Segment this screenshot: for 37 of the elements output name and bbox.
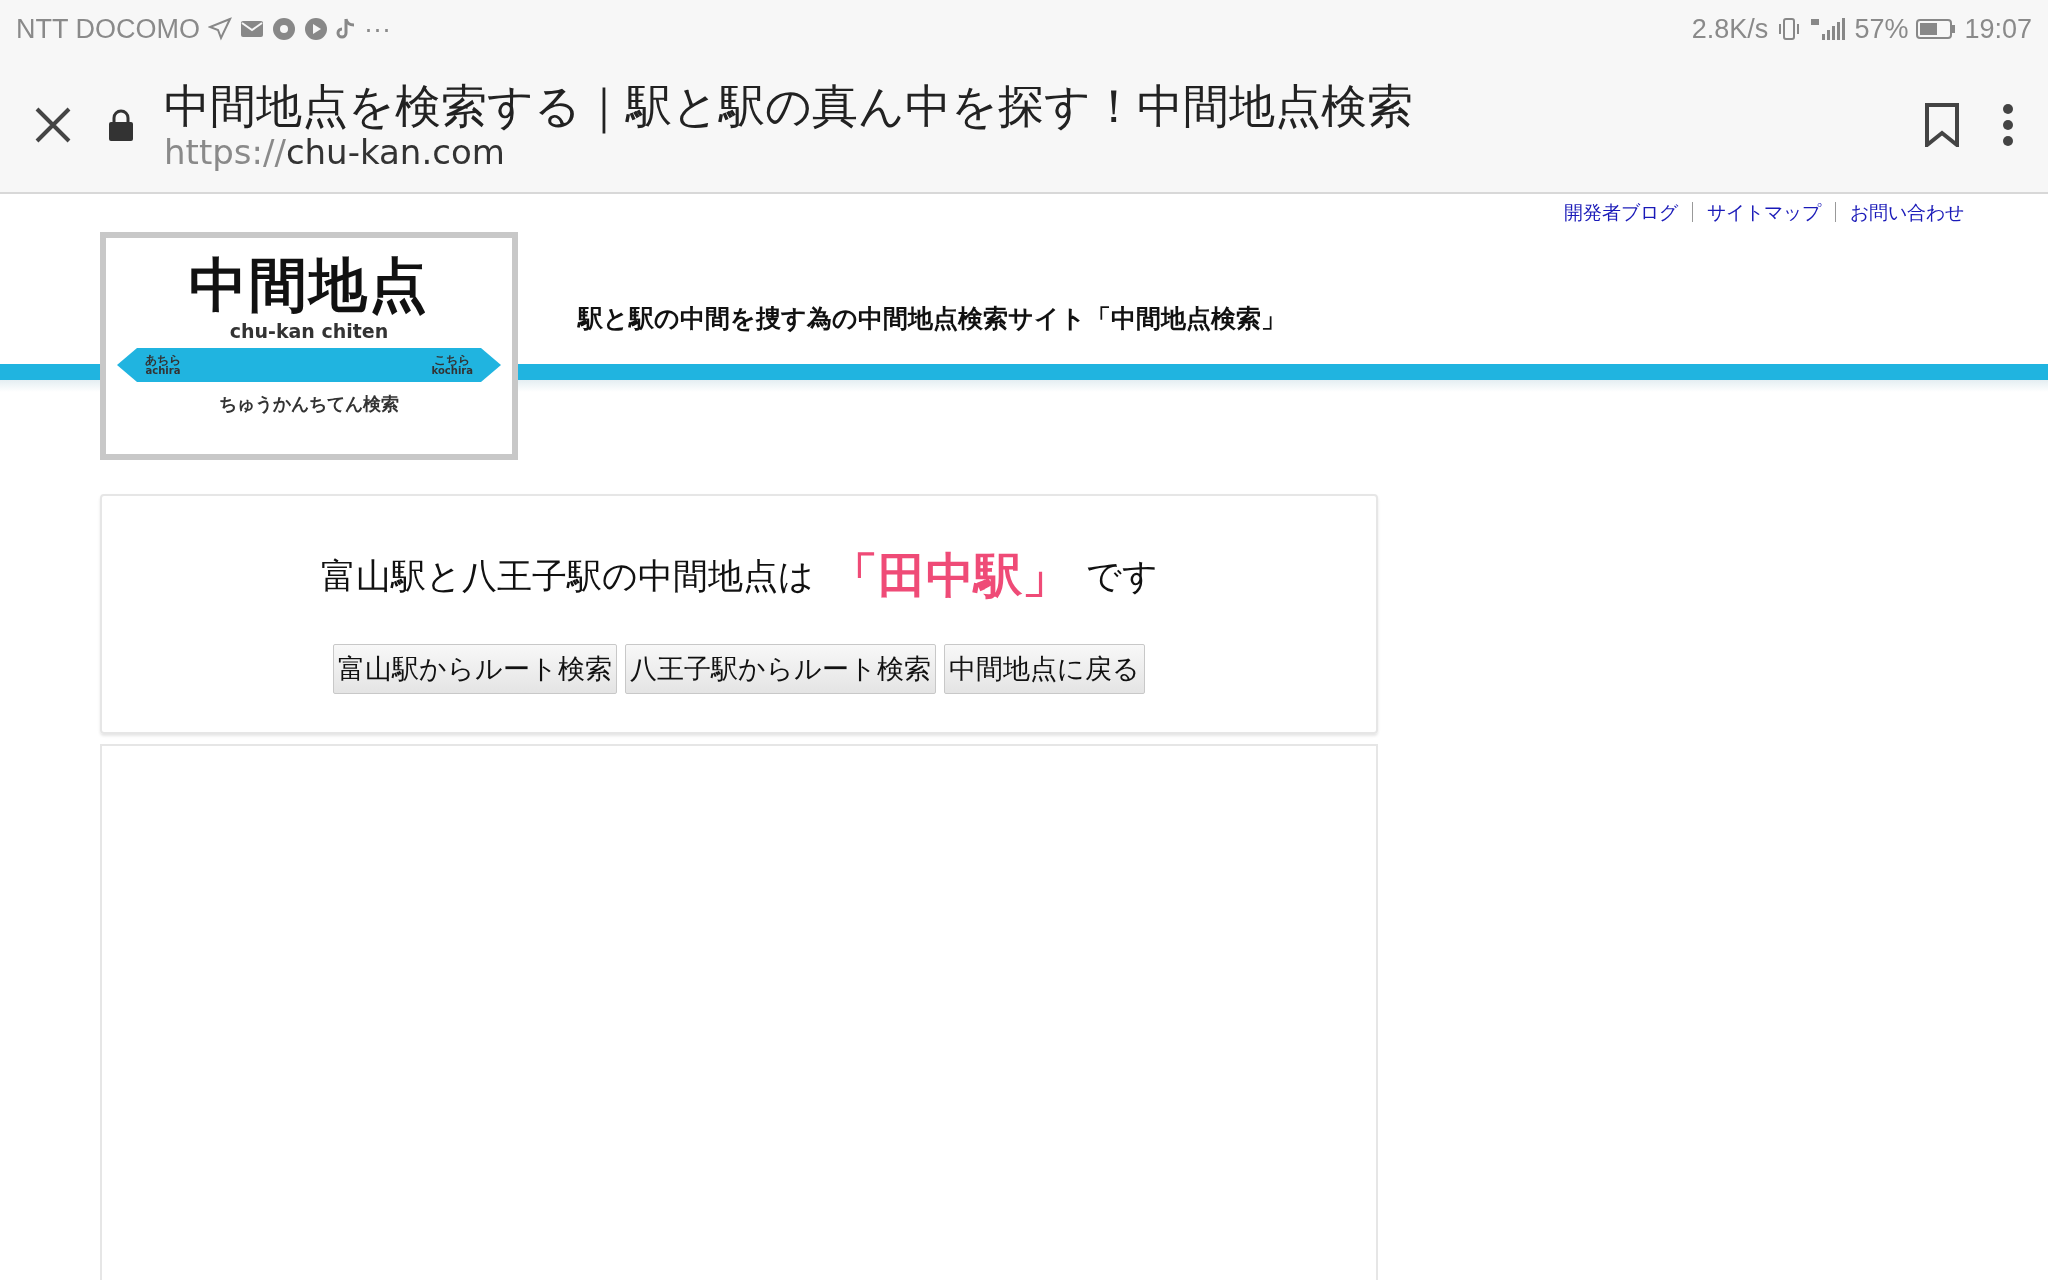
right-romaji-text: kochira — [431, 365, 473, 375]
logo-title: 中間地点 — [189, 256, 429, 314]
battery-icon — [1916, 18, 1957, 40]
route-button[interactable]: 富山駅からルート検索 — [333, 644, 617, 694]
lock-icon — [108, 108, 134, 142]
left-romaji-text: achira — [145, 365, 181, 375]
header-link[interactable]: お問い合わせ — [1835, 202, 1978, 222]
route-button[interactable]: 八王子駅からルート検索 — [625, 644, 936, 694]
header-link[interactable]: サイトマップ — [1692, 202, 1835, 222]
result-suffix: です — [1085, 554, 1158, 598]
page-title: 中間地点を検索する｜駅と駅の真ん中を探す！中間地点検索 — [164, 78, 1414, 134]
clock-text: 19:07 — [1964, 13, 2032, 45]
logo-romaji: chu-kan chiten — [229, 320, 389, 342]
header-link[interactable]: 開発者ブログ — [1550, 202, 1692, 222]
close-icon — [34, 106, 72, 144]
mail-icon — [240, 19, 264, 39]
send-icon — [208, 17, 232, 41]
more-text: ··· — [364, 13, 391, 45]
music-note-icon — [336, 17, 356, 41]
url-host-text: chu-kan.com — [285, 133, 505, 172]
more-vertical-icon — [2002, 104, 2014, 146]
station-name: 「田中駅」 — [829, 546, 1070, 605]
carrier-text: NTT DOCOMO — [16, 13, 200, 45]
bookmark-icon — [1924, 103, 1960, 147]
result-text: 富山駅と八王子駅の中間地点は — [320, 554, 814, 598]
network-speed-text: 2.8K/s — [1691, 13, 1769, 45]
play-icon — [304, 17, 328, 41]
battery-percent-text: 57% — [1854, 13, 1909, 45]
browser-icon — [272, 17, 296, 41]
site-logo[interactable]: 中間地点 chu-kan chiten あちら achira こちら kochira ちゅうかんちてん検索 — [100, 232, 518, 460]
logo-reading: ちゅうかんちてん検索 — [219, 392, 399, 416]
left-direction-text: あちら — [145, 355, 181, 366]
right-direction-text: こちら — [434, 355, 471, 366]
site-tagline: 駅と駅の中間を捜す為の中間地点検索サイト「中間地点検索」 — [578, 303, 1286, 335]
url-scheme-text: https:// — [164, 133, 286, 172]
route-button[interactable]: 中間地点に戻る — [944, 644, 1145, 694]
signal-icon — [1810, 16, 1847, 42]
